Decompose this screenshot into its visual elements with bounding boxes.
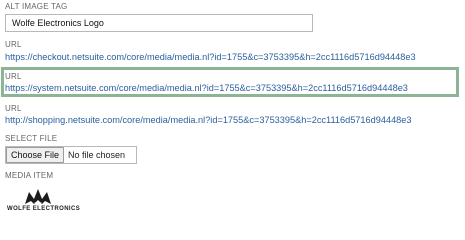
url-checkout-label: URL (5, 40, 22, 49)
media-item-form: ALT IMAGE TAG Wolfe Electronics Logo URL… (0, 0, 465, 220)
url-system-label: URL (5, 72, 22, 81)
choose-file-button[interactable]: Choose File (6, 147, 65, 163)
file-input[interactable]: Choose File No file chosen (5, 146, 137, 164)
url-checkout-link[interactable]: https://checkout.netsuite.com/core/media… (5, 52, 416, 62)
select-file-label: SELECT FILE (5, 134, 58, 143)
wolf-head-logo-icon (25, 189, 51, 205)
url-shopping-link[interactable]: http://shopping.netsuite.com/core/media/… (5, 115, 412, 125)
file-status-text: No file chosen (68, 150, 126, 160)
url-shopping-label: URL (5, 104, 22, 113)
logo-wordmark: WOLFE ELECTRONICS (7, 206, 81, 212)
media-item-label: MEDIA ITEM (5, 171, 54, 180)
url-system-link[interactable]: https://system.netsuite.com/core/media/m… (5, 83, 408, 93)
alt-image-tag-label: ALT IMAGE TAG (5, 2, 68, 11)
alt-image-tag-input[interactable]: Wolfe Electronics Logo (5, 14, 313, 32)
